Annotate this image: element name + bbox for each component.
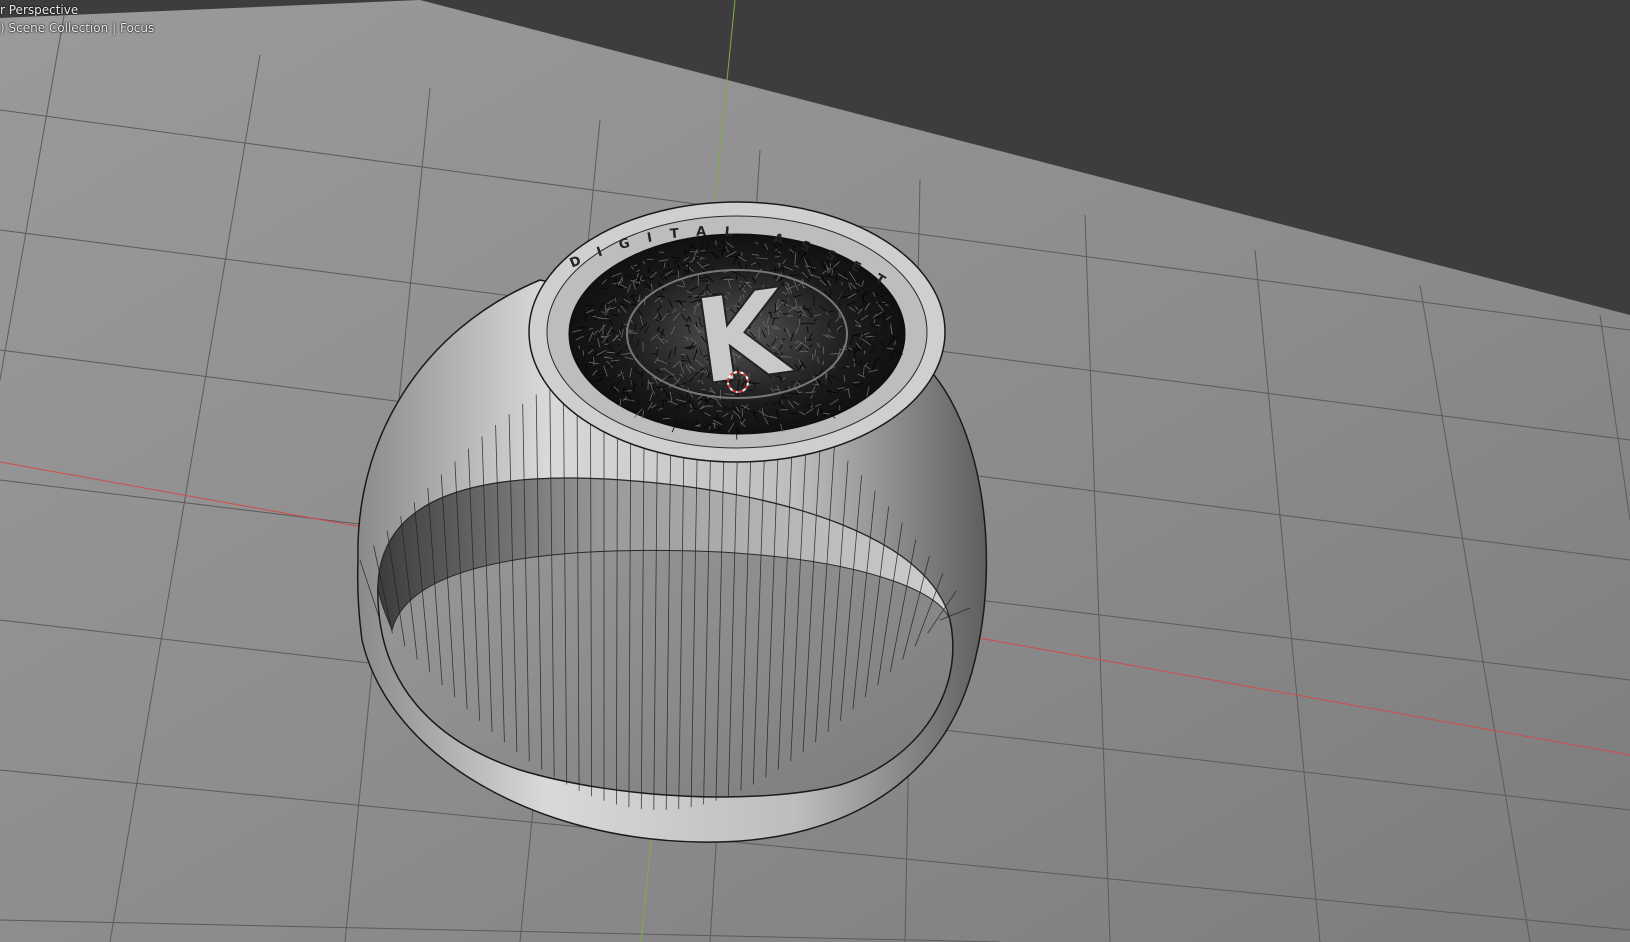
viewport-canvas[interactable]: K DIGITAL ASSET bbox=[0, 0, 1630, 942]
collection-name: ) Scene Collection bbox=[0, 21, 109, 35]
active-object-name: Focus bbox=[119, 21, 155, 35]
info-separator: | bbox=[112, 21, 117, 35]
3d-viewport[interactable]: K DIGITAL ASSET r Perspective ) Scene Co… bbox=[0, 0, 1630, 942]
viewport-view-name: r Perspective bbox=[0, 3, 79, 17]
viewport-collection-info: ) Scene Collection | Focus bbox=[0, 20, 154, 36]
